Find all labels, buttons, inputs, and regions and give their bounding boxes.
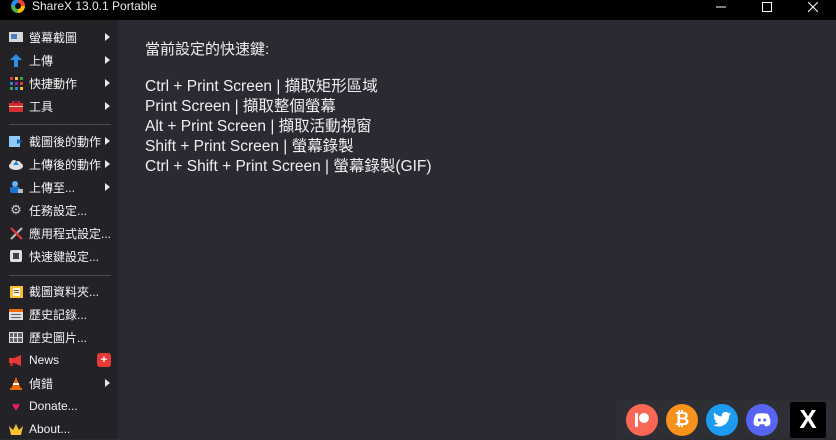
menu-label: 偵錯 — [29, 376, 54, 391]
camera-icon — [9, 30, 23, 44]
menu-item-tools[interactable]: 工具 — [0, 95, 118, 117]
menu-label: 截圖資料夾... — [29, 284, 100, 299]
submenu-arrow-icon — [105, 33, 110, 41]
grid-dots-icon — [9, 76, 23, 90]
menu-item-upload[interactable]: 上傳 — [0, 49, 118, 71]
patreon-button[interactable] — [626, 403, 658, 436]
menu-item-workflows[interactable]: 快捷動作 — [0, 72, 118, 94]
menu-label: 歷史記錄... — [29, 307, 88, 322]
menu-label: 工具 — [29, 99, 54, 114]
menu-item-after-upload[interactable]: 上傳後的動作 — [0, 153, 118, 175]
submenu-arrow-icon — [105, 79, 110, 87]
heart-icon: ♥ — [12, 398, 20, 414]
menu-label: 上傳至... — [29, 180, 76, 195]
gear-icon: ⚙ — [10, 202, 22, 217]
toolbox-icon — [9, 99, 23, 113]
title-bar: ShareX 13.0.1 Portable — [0, 0, 836, 20]
menu-label: 快捷動作 — [29, 76, 78, 91]
news-badge: + — [97, 353, 111, 367]
submenu-arrow-icon — [105, 56, 110, 64]
menu-item-capture[interactable]: 螢幕截圖 — [0, 26, 118, 48]
wrench-icon — [9, 226, 23, 240]
hotkey-line: Ctrl + Print Screen | 擷取矩形區域 — [145, 78, 378, 95]
bitcoin-icon: ₿ — [674, 409, 690, 429]
traffic-cone-icon — [9, 376, 23, 390]
image-gallery-icon — [9, 330, 23, 344]
menu-item-screenshots-folder[interactable]: 截圖資料夾... — [0, 280, 118, 302]
minimize-icon — [716, 6, 726, 8]
main-menu-sidebar: 螢幕截圖 上傳 快捷動作 工具 截圖後的動作 上傳後的動作 上傳至... ⚙ 任… — [0, 20, 118, 439]
hotkey-line: Print Screen | 擷取整個螢幕 — [145, 98, 336, 115]
menu-label: 截圖後的動作 — [29, 134, 102, 149]
sharex-logo-icon — [11, 0, 25, 13]
submenu-arrow-icon — [105, 102, 110, 110]
hotkey-line: Ctrl + Shift + Print Screen | 螢幕錄製(GIF) — [145, 158, 432, 175]
submenu-arrow-icon — [105, 183, 110, 191]
menu-label: 任務設定... — [29, 203, 88, 218]
menu-label: About... — [29, 422, 71, 436]
bitcoin-button[interactable]: ₿ — [666, 403, 698, 436]
menu-label: 上傳後的動作 — [29, 157, 102, 172]
close-button[interactable] — [790, 0, 836, 20]
menu-item-history[interactable]: 歷史記錄... — [0, 303, 118, 325]
discord-button[interactable] — [746, 403, 778, 436]
menu-label: News — [29, 353, 60, 367]
patreon-icon — [635, 412, 649, 427]
menu-label: 歷史圖片... — [29, 330, 88, 345]
menu-item-image-history[interactable]: 歷史圖片... — [0, 326, 118, 348]
hotkey-line: Alt + Print Screen | 擷取活動視窗 — [145, 118, 372, 135]
social-links-bar: ₿ X — [616, 400, 836, 439]
menu-item-debug[interactable]: 偵錯 — [0, 372, 118, 394]
cloud-upload-icon — [9, 157, 23, 171]
menu-item-donate[interactable]: ♥ Donate... — [0, 395, 118, 417]
menu-separator — [9, 124, 111, 125]
minimize-button[interactable] — [698, 0, 744, 20]
keyboard-icon — [9, 249, 23, 263]
twitter-icon — [713, 412, 731, 427]
maximize-icon — [762, 2, 772, 12]
menu-label: 應用程式設定... — [29, 226, 112, 241]
menu-label: 快速鍵設定... — [29, 249, 100, 264]
menu-item-task-settings[interactable]: ⚙ 任務設定... — [0, 199, 118, 221]
folder-icon — [9, 284, 23, 298]
window-controls — [698, 0, 836, 20]
hotkeys-title: 當前設定的快速鍵: — [145, 41, 270, 58]
history-list-icon — [9, 307, 23, 321]
hotkeys-panel: 當前設定的快速鍵: Ctrl + Print Screen | 擷取矩形區域 P… — [145, 38, 432, 177]
upload-arrow-icon — [9, 53, 23, 67]
menu-item-hotkey-settings[interactable]: 快速鍵設定... — [0, 245, 118, 267]
menu-item-after-capture[interactable]: 截圖後的動作 — [0, 130, 118, 152]
window-title: ShareX 13.0.1 Portable — [32, 0, 157, 13]
x-twitter-button[interactable]: X — [790, 401, 826, 438]
submenu-arrow-icon — [105, 160, 110, 168]
menu-label: 上傳 — [29, 53, 54, 68]
menu-item-destinations[interactable]: 上傳至... — [0, 176, 118, 198]
user-upload-icon — [9, 180, 23, 194]
menu-label: Donate... — [29, 399, 78, 413]
maximize-button[interactable] — [744, 0, 790, 20]
megaphone-icon — [9, 353, 23, 367]
submenu-arrow-icon — [105, 137, 110, 145]
menu-label: 螢幕截圖 — [29, 30, 78, 45]
hotkey-line: Shift + Print Screen | 螢幕錄製 — [145, 138, 354, 155]
menu-item-application-settings[interactable]: 應用程式設定... — [0, 222, 118, 244]
discord-icon — [753, 412, 771, 426]
menu-item-about[interactable]: About... — [0, 418, 118, 440]
menu-item-news[interactable]: News + — [0, 349, 118, 371]
submenu-arrow-icon — [105, 379, 110, 387]
twitter-button[interactable] — [706, 403, 738, 436]
close-icon — [808, 2, 818, 12]
image-arrow-icon — [9, 134, 23, 148]
menu-separator — [9, 275, 111, 276]
crown-icon — [9, 422, 23, 436]
x-logo-icon: X — [799, 404, 817, 434]
